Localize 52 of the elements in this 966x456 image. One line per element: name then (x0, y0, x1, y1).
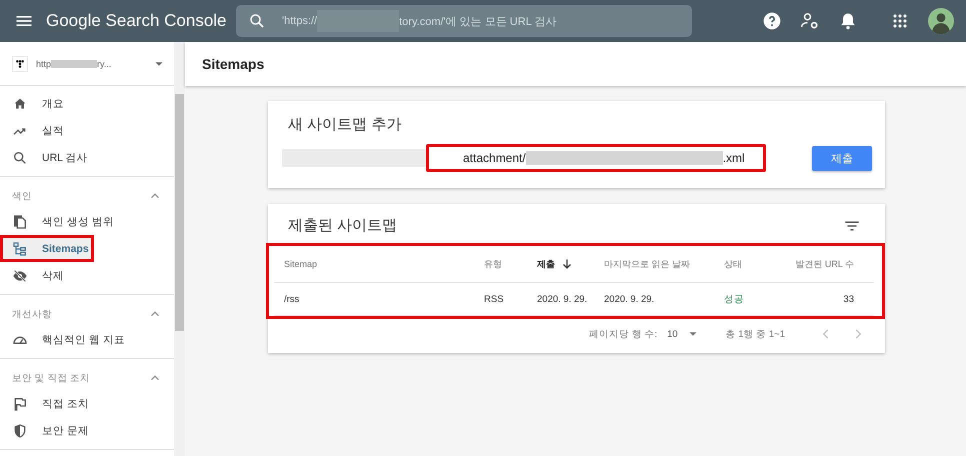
product-name: Google Search Console (46, 11, 228, 31)
page-range: 총 1행 중 1~1 (726, 328, 785, 340)
sort-down-arrow-icon (561, 258, 573, 270)
avatar-icon[interactable] (928, 8, 954, 34)
rows-per-page-label: 페이지당 행 수: (589, 328, 658, 340)
redaction-bar (51, 60, 98, 68)
user-settings-icon[interactable] (800, 11, 820, 31)
pages-icon (12, 214, 28, 230)
scrollbar-thumb[interactable] (175, 94, 184, 331)
property-url: http (36, 58, 52, 68)
column-header[interactable]: Sitemap (274, 246, 474, 283)
section-heading: 개선사항 (12, 308, 52, 320)
nav-item[interactable]: 직접 조치 (0, 390, 174, 417)
submit-button[interactable]: 제출 (812, 146, 872, 170)
table-cell: 성공 (714, 283, 774, 316)
column-header[interactable]: 유형 (474, 246, 527, 283)
flag-icon (12, 396, 28, 412)
page-title: Sitemaps (202, 56, 264, 72)
nav-item[interactable]: 실적 (0, 117, 174, 144)
section-heading: 보안 및 직접 조치 (12, 372, 90, 384)
property-selector[interactable]: http ry... (0, 42, 174, 86)
table-cell: /rss (274, 283, 474, 316)
hidden-eye-icon (12, 268, 28, 284)
shield-icon (12, 422, 28, 438)
nav-item[interactable]: Sitemaps (0, 235, 94, 262)
site-logo-icon (12, 56, 28, 72)
table-cell: 2020. 9. 29. (594, 283, 714, 316)
table-cell: 33 (774, 283, 874, 316)
card-title: 제출된 사이트맵 (288, 216, 398, 235)
help-icon[interactable] (762, 11, 782, 31)
nav-item[interactable]: 보안 문제 (0, 417, 174, 444)
nav-item[interactable]: URL 검사 (0, 144, 174, 171)
property-url: ry... (97, 58, 112, 68)
sitemap-icon (12, 240, 28, 256)
placeholder-text: tory.com/'에 있는 모든 URL 검사 (399, 14, 556, 28)
table-cell: 2020. 9. 29. (527, 283, 594, 316)
column-header[interactable]: 발견된 URL 수 (774, 246, 874, 283)
search-icon[interactable] (248, 12, 266, 30)
section-heading: 색인 (12, 190, 32, 202)
nav-item[interactable]: 색인 생성 범위 (0, 208, 174, 235)
card-title: 새 사이트맵 추가 (287, 115, 402, 134)
column-header[interactable]: 제출 (527, 246, 594, 283)
placeholder-text: 'https:// (282, 15, 318, 27)
table-cell: RSS (474, 283, 527, 316)
nav-item[interactable]: 삭제 (0, 262, 174, 289)
nav-item[interactable]: 개요 (0, 90, 174, 117)
column-header[interactable]: 상태 (714, 246, 774, 283)
nav-item[interactable]: 핵심적인 웹 지표 (0, 326, 174, 353)
search-icon (12, 150, 28, 166)
sitemap-input-field[interactable]: attachment/ .xml (426, 144, 766, 172)
rows-per-page-select[interactable]: 10 (667, 327, 700, 341)
column-header[interactable]: 마지막으로 읽은 날짜 (594, 246, 714, 283)
